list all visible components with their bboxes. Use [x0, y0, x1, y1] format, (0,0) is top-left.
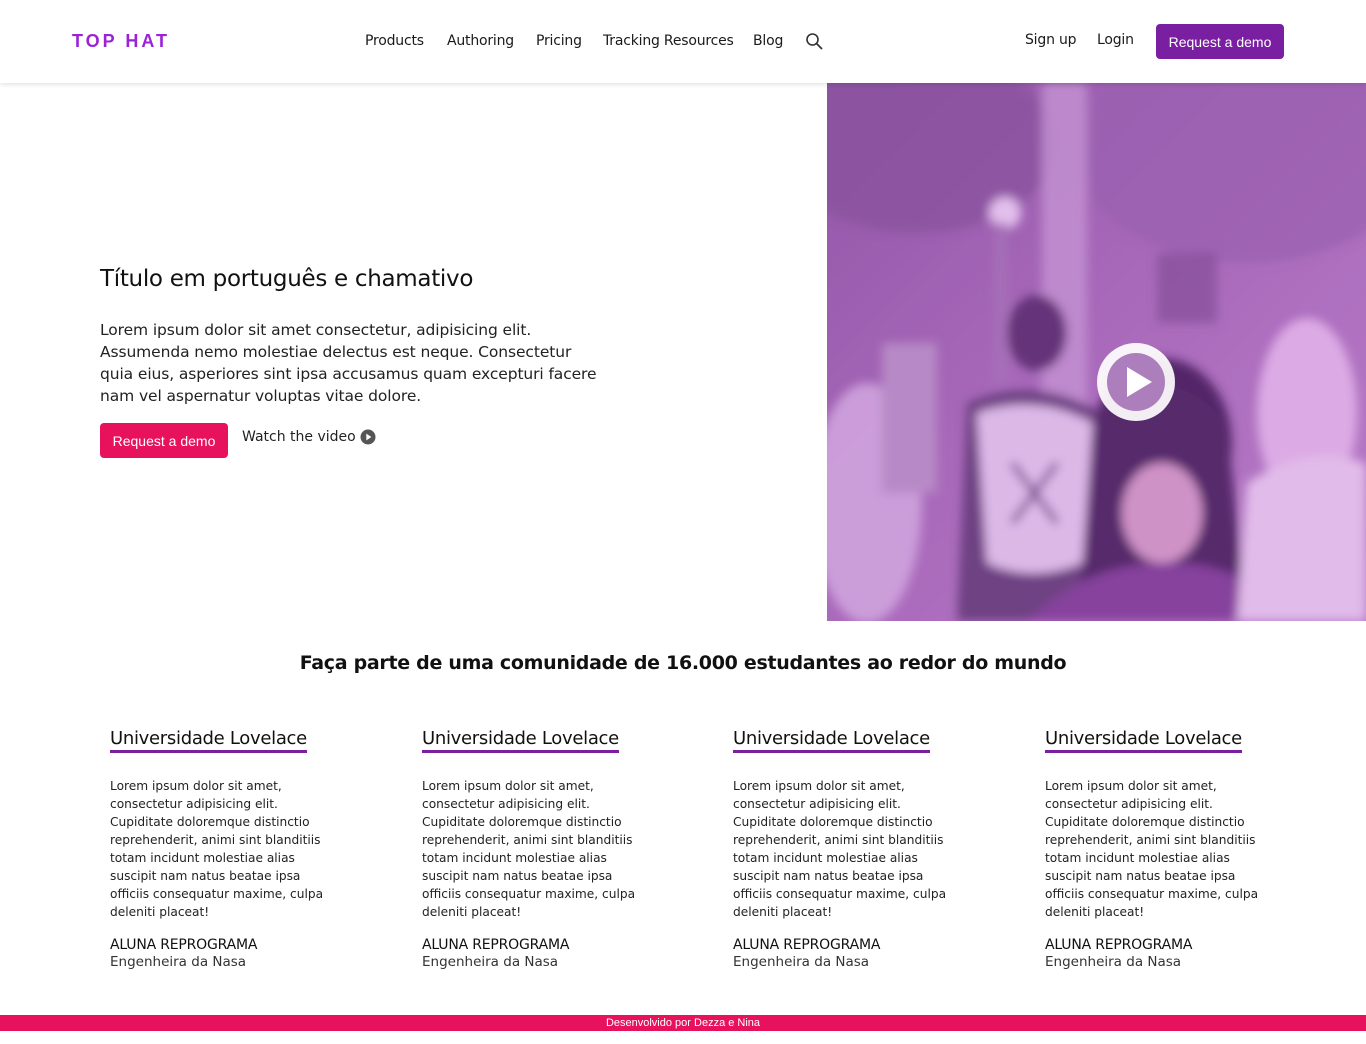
search-icon[interactable]	[805, 32, 823, 50]
card-author-role: Engenheira da Nasa	[110, 954, 247, 970]
header-request-demo-button[interactable]: Request a demo	[1156, 24, 1284, 59]
watch-video-label: Watch the video	[242, 429, 356, 445]
card-author-role: Engenheira da Nasa	[1045, 954, 1182, 970]
hero-description: Lorem ipsum dolor sit amet consectetur, …	[100, 321, 597, 405]
testimonial-card: Universidade Lovelace Lorem ipsum dolor …	[110, 728, 350, 970]
logo[interactable]: TOP HAT	[72, 31, 170, 52]
card-author-role: Engenheira da Nasa	[733, 954, 870, 970]
play-circle-icon	[360, 429, 376, 445]
community-title: Faça parte de uma comunidade de 16.000 e…	[299, 652, 1067, 674]
testimonial-card: Universidade Lovelace Lorem ipsum dolor …	[422, 728, 662, 970]
hero-request-demo-button[interactable]: Request a demo	[100, 423, 228, 458]
hero-video-thumbnail[interactable]	[827, 83, 1366, 621]
card-text: Lorem ipsum dolor sit amet, consectetur …	[422, 779, 636, 919]
card-author-role: Engenheira da Nasa	[422, 954, 559, 970]
signup-link[interactable]: Sign up	[1025, 32, 1077, 48]
play-icon[interactable]	[1097, 343, 1175, 421]
card-title: Universidade Lovelace	[1045, 728, 1242, 753]
card-author-name: ALUNA REPROGRAMA	[422, 937, 570, 953]
testimonial-card: Universidade Lovelace Lorem ipsum dolor …	[1045, 728, 1285, 970]
nav-item-products[interactable]: Products	[365, 33, 424, 49]
card-author-name: ALUNA REPROGRAMA	[110, 937, 258, 953]
card-text: Lorem ipsum dolor sit amet, consectetur …	[1045, 779, 1259, 919]
card-title: Universidade Lovelace	[733, 728, 930, 753]
testimonial-card: Universidade Lovelace Lorem ipsum dolor …	[733, 728, 973, 970]
site-header: TOP HAT Products Authoring Pricing Track…	[0, 0, 1366, 83]
nav-item-authoring[interactable]: Authoring	[447, 33, 514, 49]
card-text: Lorem ipsum dolor sit amet, consectetur …	[733, 779, 947, 919]
watch-video-link[interactable]: Watch the video	[242, 429, 376, 445]
card-text: Lorem ipsum dolor sit amet, consectetur …	[110, 779, 324, 919]
nav-item-pricing[interactable]: Pricing	[536, 33, 582, 49]
nav-item-blog[interactable]: Blog	[753, 33, 783, 49]
footer-credit: Desenvolvido por Dezza e Nina	[0, 1015, 1366, 1031]
login-link[interactable]: Login	[1097, 32, 1134, 48]
hero-title: Título em português e chamativo	[100, 266, 474, 292]
nav-item-tracking-resources[interactable]: Tracking Resources	[603, 33, 734, 49]
card-author-name: ALUNA REPROGRAMA	[1045, 937, 1193, 953]
card-author-name: ALUNA REPROGRAMA	[733, 937, 881, 953]
card-title: Universidade Lovelace	[110, 728, 307, 753]
card-title: Universidade Lovelace	[422, 728, 619, 753]
